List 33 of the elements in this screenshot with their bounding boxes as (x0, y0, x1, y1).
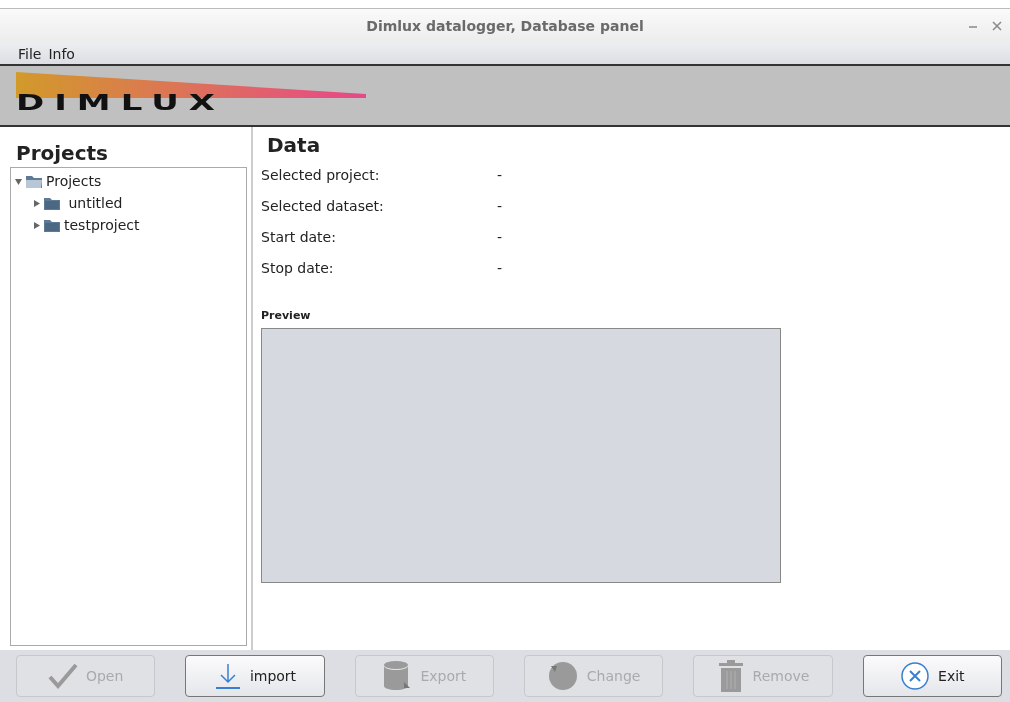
collapsed-arrow-icon[interactable] (33, 199, 40, 207)
tree-item[interactable]: Projects (46, 173, 102, 189)
field-value: - (497, 166, 503, 183)
field-label: Stop date: (261, 259, 335, 276)
tree-item[interactable]: untitled (64, 195, 123, 211)
menu-item[interactable]: File (18, 45, 42, 62)
field-label: Selected dataset: (261, 197, 385, 214)
download-arrow-icon (213, 662, 242, 690)
logo-text: DIMLUX (16, 96, 226, 111)
expanded-arrow-icon[interactable] (15, 177, 22, 185)
folder-icon (25, 173, 43, 189)
button-import[interactable]: import (185, 655, 325, 697)
field-value: - (497, 197, 503, 214)
preview-label: Preview (261, 309, 312, 322)
button-exit[interactable]: Exit (862, 655, 1002, 697)
collapsed-arrow-icon[interactable] (33, 221, 40, 229)
folder-icon (43, 195, 61, 211)
tree-item[interactable]: testproject (64, 217, 140, 233)
field-value: - (497, 259, 503, 276)
close-circle-icon (900, 661, 931, 691)
field-label: Start date: (261, 228, 337, 245)
projects-heading: Projects (15, 140, 109, 167)
window-title: Dimlux datalogger, Database panel (366, 18, 644, 34)
refresh-icon (546, 660, 579, 692)
close-icon[interactable] (992, 21, 1002, 31)
folder-icon (43, 217, 61, 233)
database-icon (382, 660, 413, 692)
field-label: Selected project: (261, 166, 381, 183)
field-value: - (497, 228, 503, 245)
menu-item[interactable]: Info (48, 45, 75, 62)
checkmark-icon (47, 663, 78, 689)
trash-icon (716, 660, 745, 692)
data-heading: Data (266, 132, 322, 159)
